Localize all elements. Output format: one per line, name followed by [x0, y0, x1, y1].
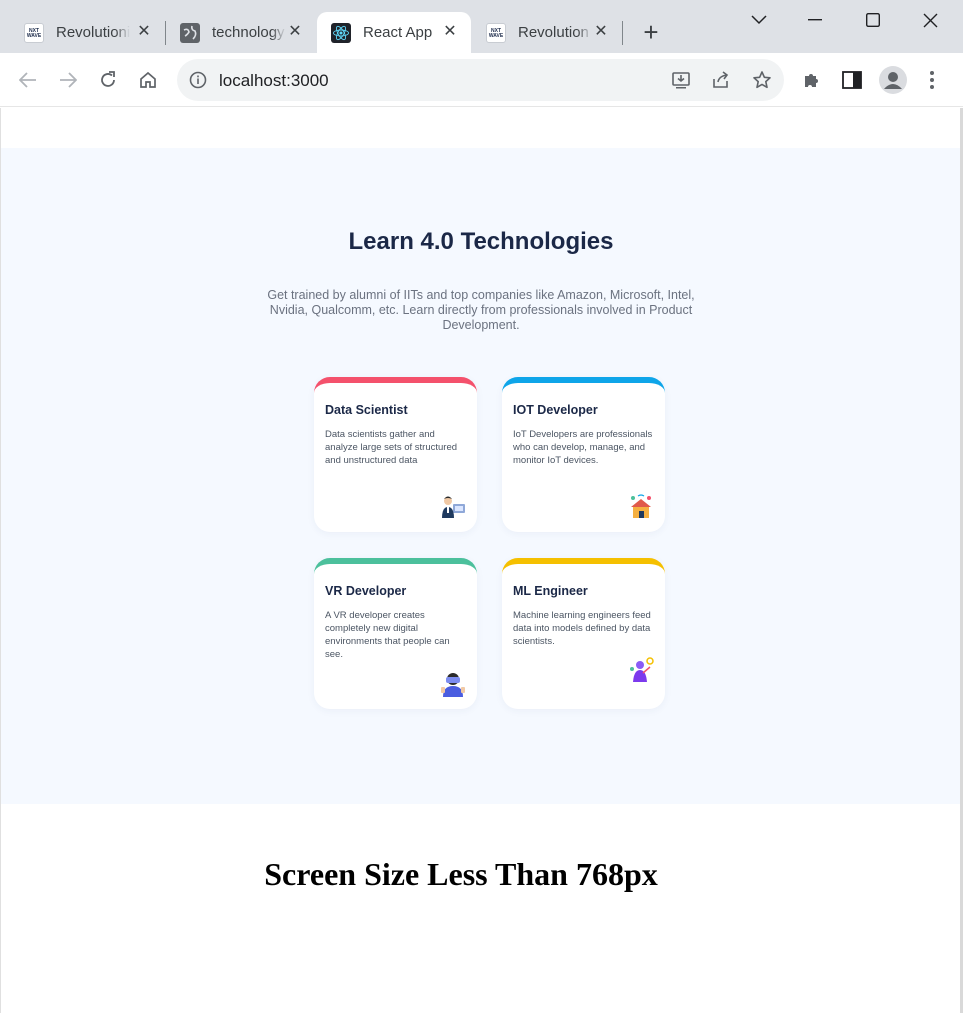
- section-subheading: Get trained by alumni of IITs and top co…: [267, 288, 695, 332]
- tab-revolutionizing-1[interactable]: NXT WAVE Revolutionizi ✕: [0, 12, 165, 53]
- tab-title: Revolution: [518, 24, 589, 41]
- nxtwave-favicon-icon: NXT WAVE: [24, 22, 44, 43]
- technologies-section: Learn 4.0 Technologies Get trained by al…: [1, 148, 961, 804]
- tab-technology[interactable]: technology ✕: [156, 12, 316, 53]
- card-data-scientist[interactable]: Data Scientist Data scientists gather an…: [314, 377, 477, 532]
- card-description: IoT Developers are professionals who can…: [513, 429, 653, 466]
- forward-button[interactable]: [54, 66, 82, 94]
- iot-house-icon: [628, 494, 654, 520]
- extensions-puzzle-icon[interactable]: [800, 68, 824, 92]
- close-tab-icon[interactable]: ✕: [592, 23, 610, 41]
- card-title: Data Scientist: [325, 403, 408, 417]
- browser-tab-strip: NXT WAVE Revolutionizi ✕ technology ✕ Re…: [0, 0, 963, 53]
- card-title: IOT Developer: [513, 403, 598, 417]
- section-heading: Learn 4.0 Technologies: [348, 228, 614, 255]
- tab-search-button[interactable]: [744, 8, 774, 32]
- page-viewport: Learn 4.0 Technologies Get trained by al…: [0, 108, 961, 1013]
- tab-title: Revolutionizi: [56, 24, 130, 41]
- site-info-icon[interactable]: [189, 71, 207, 89]
- screen-size-heading: Screen Size Less Than 768px: [264, 856, 658, 892]
- tab-divider: [622, 21, 623, 45]
- profile-avatar-icon[interactable]: [879, 66, 907, 94]
- card-iot-developer[interactable]: IOT Developer IoT Developers are profess…: [502, 377, 665, 532]
- share-icon[interactable]: [711, 70, 731, 90]
- card-description: A VR developer creates completely new di…: [325, 610, 450, 660]
- tab-revolutionizing-2[interactable]: NXT WAVE Revolution ✕: [472, 12, 622, 53]
- card-vr-developer[interactable]: VR Developer A VR developer creates comp…: [314, 558, 477, 709]
- card-title: VR Developer: [325, 584, 407, 598]
- back-button[interactable]: [14, 66, 42, 94]
- new-tab-button[interactable]: +: [638, 19, 664, 46]
- vr-headset-icon: [440, 671, 466, 697]
- url-text[interactable]: localhost:3000: [219, 71, 329, 91]
- browser-menu-icon[interactable]: [920, 68, 944, 92]
- side-panel-icon[interactable]: [840, 68, 864, 92]
- ml-robot-icon: [628, 657, 654, 683]
- globe-icon: [180, 22, 200, 43]
- card-ml-engineer[interactable]: ML Engineer Machine learning engineers f…: [502, 558, 665, 709]
- close-tab-icon[interactable]: ✕: [286, 23, 304, 41]
- data-scientist-icon: [440, 494, 466, 520]
- card-description: Machine learning engineers feed data int…: [513, 610, 651, 647]
- close-tab-icon[interactable]: ✕: [441, 23, 459, 41]
- address-bar[interactable]: localhost:3000: [177, 59, 784, 101]
- browser-toolbar: localhost:3000: [0, 53, 963, 107]
- bookmark-star-icon[interactable]: [752, 70, 772, 90]
- close-window-button[interactable]: [915, 8, 945, 32]
- card-title: ML Engineer: [513, 584, 588, 598]
- react-logo-icon: [331, 22, 351, 43]
- card-description: Data scientists gather and analyze large…: [325, 429, 458, 466]
- tab-title: technology: [212, 24, 285, 41]
- tab-react-app[interactable]: React App ✕: [317, 12, 471, 53]
- nxtwave-favicon-icon: NXT WAVE: [486, 22, 506, 43]
- maximize-button[interactable]: [858, 8, 888, 32]
- minimize-button[interactable]: [800, 8, 830, 32]
- page-top-strip: [1, 108, 961, 148]
- close-tab-icon[interactable]: ✕: [135, 23, 153, 41]
- home-button[interactable]: [134, 66, 162, 94]
- tab-title: React App: [363, 24, 433, 41]
- reload-button[interactable]: [94, 66, 122, 94]
- install-app-icon[interactable]: [671, 70, 691, 90]
